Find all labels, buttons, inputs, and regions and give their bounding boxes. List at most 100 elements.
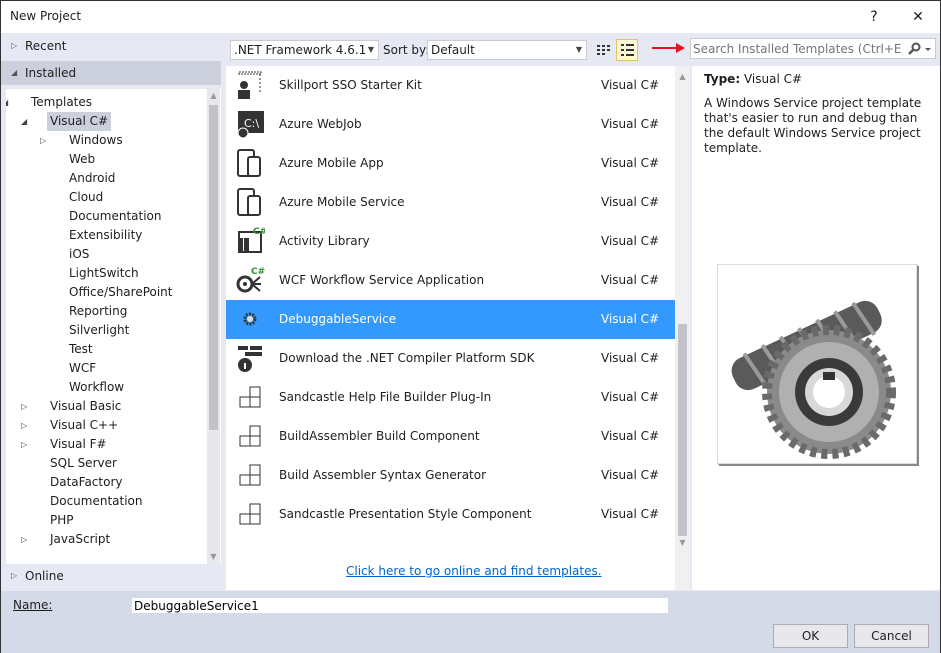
tree-item[interactable]: Templates — [28, 93, 95, 112]
tree-item[interactable]: Silverlight — [66, 321, 132, 340]
name-label-text: Name: — [13, 598, 53, 612]
online-templates-link[interactable]: Click here to go online and find templat… — [346, 564, 602, 578]
tree-item[interactable]: Visual Basic — [47, 397, 124, 416]
type-value: Visual C# — [743, 72, 803, 86]
template-row[interactable]: Azure Mobile Service Visual C# — [226, 183, 675, 222]
skillport-icon — [238, 71, 262, 99]
sort-dropdown[interactable]: Default ▼ — [427, 40, 587, 60]
section-recent[interactable]: ▷ Recent — [1, 34, 221, 58]
tree-item[interactable]: Reporting — [66, 302, 130, 321]
tree-item[interactable]: Test — [66, 340, 96, 359]
template-tree: ▲ ▼ ◢Templates◢Visual C#▷WindowsWebAndro… — [6, 89, 221, 564]
section-installed[interactable]: ◢ Installed — [1, 61, 221, 85]
tree-item[interactable]: Visual C++ — [47, 416, 121, 435]
project-name-input[interactable] — [132, 598, 668, 613]
scroll-thumb[interactable] — [678, 324, 687, 536]
search-icon[interactable] — [907, 42, 933, 56]
tree-item[interactable]: Documentation — [66, 207, 165, 226]
tree-item[interactable]: Web — [66, 150, 98, 169]
search-input[interactable] — [693, 40, 903, 57]
template-row[interactable]: BuildAssembler Build Component Visual C# — [226, 417, 675, 456]
sort-label: Sort by: — [383, 43, 430, 57]
mobile-icon — [237, 188, 261, 216]
template-name: DebuggableService — [279, 312, 397, 326]
tree-item[interactable]: WCF — [66, 359, 99, 378]
template-row[interactable]: Sandcastle Presentation Style Component … — [226, 495, 675, 534]
tree-item[interactable]: Office/SharePoint — [66, 283, 176, 302]
title-bar: New Project ? ✕ — [1, 1, 940, 33]
template-row[interactable]: C# WCF Workflow Service Application Visu… — [226, 261, 675, 300]
template-row[interactable]: Build Assembler Syntax Generator Visual … — [226, 456, 675, 495]
template-type: Visual C# — [601, 273, 660, 287]
expand-icon[interactable]: ▷ — [21, 435, 27, 454]
expand-icon[interactable]: ▷ — [21, 530, 27, 549]
tree-item[interactable]: Visual F# — [47, 435, 110, 454]
template-name: Azure Mobile Service — [279, 195, 405, 209]
console-globe-icon: C:\ — [237, 111, 264, 139]
close-button[interactable]: ✕ — [904, 5, 932, 29]
medium-icons-view-button[interactable] — [592, 39, 614, 61]
template-name: BuildAssembler Build Component — [279, 429, 480, 443]
tree-item[interactable]: DataFactory — [47, 473, 126, 492]
tree-item[interactable]: SQL Server — [47, 454, 120, 473]
tree-item[interactable]: Extensibility — [66, 226, 145, 245]
scroll-down-icon[interactable]: ▼ — [207, 550, 220, 564]
template-name: Skillport SSO Starter Kit — [279, 78, 422, 92]
list-view-button[interactable] — [616, 39, 638, 61]
tree-item[interactable]: PHP — [47, 511, 77, 530]
svg-text:C:\: C:\ — [244, 117, 259, 130]
tree-item[interactable]: Workflow — [66, 378, 127, 397]
template-row[interactable]: DebuggableService Visual C# — [226, 300, 675, 339]
section-online[interactable]: ▷ Online — [1, 564, 221, 588]
ok-button[interactable]: OK — [773, 624, 848, 648]
template-name: Build Assembler Syntax Generator — [279, 468, 487, 482]
template-type: Visual C# — [601, 312, 660, 326]
library-icon: C# — [238, 227, 265, 253]
collapse-icon[interactable]: ◢ — [6, 93, 8, 112]
help-button[interactable]: ? — [860, 5, 888, 29]
template-row[interactable]: Skillport SSO Starter Kit Visual C# — [226, 66, 675, 105]
expand-icon: ▷ — [11, 571, 18, 580]
scroll-up-icon[interactable]: ▲ — [207, 89, 220, 103]
bottom-panel: Name: OK Cancel — [1, 591, 940, 653]
tree-item[interactable]: Cloud — [66, 188, 106, 207]
template-row[interactable]: Sandcastle Help File Builder Plug-In Vis… — [226, 378, 675, 417]
tree-item[interactable]: Windows — [66, 131, 126, 150]
tree-item[interactable]: Android — [66, 169, 118, 188]
blocks-icon — [239, 503, 261, 525]
cancel-button[interactable]: Cancel — [854, 624, 929, 648]
tree-item[interactable]: LightSwitch — [66, 264, 142, 283]
template-type: Visual C# — [601, 507, 660, 521]
template-row[interactable]: C# Activity Library Visual C# — [226, 222, 675, 261]
tree-item[interactable]: JavaScript — [47, 530, 113, 549]
template-row[interactable]: Azure Mobile App Visual C# — [226, 144, 675, 183]
template-name: Download the .NET Compiler Platform SDK — [279, 351, 535, 365]
framework-dropdown[interactable]: .NET Framework 4.6.1 ▼ — [230, 40, 379, 60]
list-scrollbar[interactable]: ▲ ▼ — [675, 66, 690, 590]
template-row[interactable]: Download the .NET Compiler Platform SDK … — [226, 339, 675, 378]
expand-icon[interactable]: ▷ — [40, 131, 46, 150]
mobile-icon — [237, 149, 261, 177]
tree-item[interactable]: iOS — [66, 245, 92, 264]
new-project-dialog: New Project ? ✕ ▷ Recent ◢ Installed ▲ ▼ ◢… — [0, 0, 941, 653]
template-list: Sandcastle Presentation Style Component … — [226, 66, 675, 590]
scroll-up-icon[interactable]: ▲ — [675, 70, 690, 84]
template-type: Visual C# — [601, 429, 660, 443]
scroll-thumb[interactable] — [209, 105, 218, 430]
template-type: Visual C# — [601, 117, 660, 131]
sort-value: Default — [431, 43, 475, 57]
expand-icon[interactable]: ▷ — [21, 416, 27, 435]
collapse-icon[interactable]: ◢ — [21, 112, 27, 131]
chevron-down-icon: ▼ — [367, 45, 374, 54]
chevron-down-icon: ▼ — [575, 45, 582, 54]
expand-icon[interactable]: ▷ — [21, 397, 27, 416]
tree-item[interactable]: Documentation — [47, 492, 146, 511]
template-row[interactable]: C:\ Azure WebJob Visual C# — [226, 105, 675, 144]
search-box[interactable] — [690, 38, 936, 59]
gear-preview-image — [717, 264, 919, 466]
scroll-down-icon[interactable]: ▼ — [675, 536, 690, 550]
tree-scrollbar[interactable]: ▲ ▼ — [207, 89, 220, 564]
template-type: Visual C# — [601, 351, 660, 365]
tree-item[interactable]: Visual C# — [47, 112, 112, 131]
template-name: Activity Library — [279, 234, 370, 248]
